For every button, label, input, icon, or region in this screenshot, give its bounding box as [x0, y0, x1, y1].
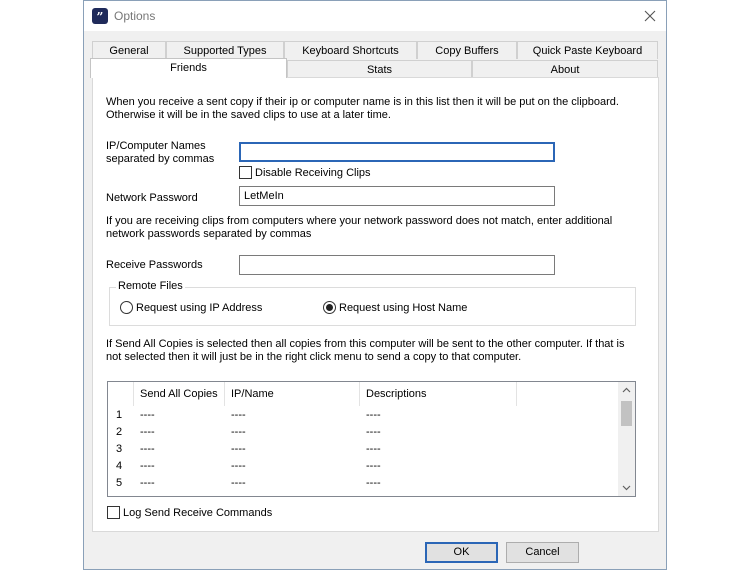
close-button[interactable] [632, 1, 666, 31]
tab-stats[interactable]: Stats [287, 60, 472, 78]
ip-name-cell: ---- [231, 426, 246, 438]
remote-files-legend: Remote Files [116, 280, 185, 293]
row-number: 2 [116, 426, 123, 438]
send-all-cell: ---- [140, 443, 155, 455]
request-host-label: Request using Host Name [339, 302, 468, 314]
description-cell: ---- [366, 409, 381, 421]
column-header-number[interactable] [108, 382, 134, 406]
intro-text-line2: Otherwise it will be in the saved clips … [106, 109, 391, 121]
radio-selected-dot [326, 304, 333, 311]
description-cell: ---- [366, 460, 381, 472]
column-header-ip-name[interactable]: IP/Name [225, 382, 360, 406]
ip-names-label-line2: separated by commas [106, 153, 215, 165]
close-icon [644, 10, 656, 22]
column-header-send-all[interactable]: Send All Copies [134, 382, 225, 406]
request-host-radio[interactable] [323, 301, 336, 314]
tab-label: General [109, 45, 149, 57]
disable-receiving-checkbox[interactable] [239, 166, 252, 179]
table-row[interactable]: 4 ---- ---- ---- [108, 458, 618, 475]
intro-text-line1: When you receive a sent copy if their ip… [106, 96, 619, 108]
network-password-input[interactable] [239, 186, 555, 206]
window-title: Options [114, 9, 156, 23]
tab-general[interactable]: General [92, 41, 166, 59]
ip-names-label-line1: IP/Computer Names [106, 140, 206, 152]
receive-passwords-input[interactable] [239, 255, 555, 275]
description-cell: ---- [366, 477, 381, 489]
list-header: Send All Copies IP/Name Descriptions [108, 382, 618, 406]
tab-label: Stats [366, 64, 393, 76]
ip-names-input[interactable] [239, 142, 555, 162]
chevron-down-icon [622, 485, 631, 491]
send-all-cell: ---- [140, 460, 155, 472]
tab-about[interactable]: About [472, 60, 658, 78]
tab-label: Quick Paste Keyboard [532, 45, 643, 57]
scroll-down-button[interactable] [618, 479, 635, 496]
remote-files-group: Remote Files Request using IP Address Re… [109, 280, 636, 326]
table-row[interactable]: 2 ---- ---- ---- [108, 424, 618, 441]
tab-quick-paste-keyboard[interactable]: Quick Paste Keyboard [517, 41, 658, 59]
title-bar[interactable]: ” Options [84, 1, 666, 31]
cancel-button[interactable]: Cancel [506, 542, 579, 563]
tab-label: Supported Types [183, 45, 267, 57]
options-window: ” Options General Supported Types Keyboa… [83, 0, 667, 570]
app-icon: ” [92, 8, 108, 24]
description-cell: ---- [366, 443, 381, 455]
tab-label: Copy Buffers [435, 45, 499, 57]
table-row[interactable]: 3 ---- ---- ---- [108, 441, 618, 458]
scroll-up-button[interactable] [618, 382, 635, 399]
chevron-up-icon [622, 387, 631, 393]
row-number: 1 [116, 409, 123, 421]
table-row[interactable]: 5 ---- ---- ---- [108, 475, 618, 492]
send-note-line2: not selected then it will just be in the… [106, 351, 522, 363]
log-commands-checkbox[interactable] [107, 506, 120, 519]
vertical-scrollbar[interactable] [618, 382, 635, 496]
friends-list[interactable]: Send All Copies IP/Name Descriptions 1 -… [107, 381, 636, 497]
send-all-cell: ---- [140, 477, 155, 489]
scroll-thumb[interactable] [621, 401, 632, 426]
ip-name-cell: ---- [231, 477, 246, 489]
send-all-cell: ---- [140, 409, 155, 421]
column-header-descriptions[interactable]: Descriptions [360, 382, 517, 406]
log-commands-label: Log Send Receive Commands [123, 507, 273, 519]
passwords-note-line1: If you are receiving clips from computer… [106, 215, 613, 227]
send-note-line1: If Send All Copies is selected then all … [106, 338, 625, 350]
passwords-note-line2: network passwords separated by commas [106, 228, 312, 240]
description-cell: ---- [366, 426, 381, 438]
table-row[interactable]: 1 ---- ---- ---- [108, 407, 618, 424]
row-number: 5 [116, 477, 123, 489]
request-ip-radio[interactable] [120, 301, 133, 314]
request-ip-label: Request using IP Address [136, 302, 263, 314]
ip-name-cell: ---- [231, 460, 246, 472]
row-number: 4 [116, 460, 123, 472]
ip-name-cell: ---- [231, 443, 246, 455]
tab-keyboard-shortcuts[interactable]: Keyboard Shortcuts [284, 41, 417, 59]
ok-button[interactable]: OK [425, 542, 498, 563]
tab-label: Keyboard Shortcuts [302, 45, 399, 57]
row-number: 3 [116, 443, 123, 455]
friends-panel: When you receive a sent copy if their ip… [92, 77, 659, 532]
tab-label: About [550, 64, 580, 76]
tab-copy-buffers[interactable]: Copy Buffers [417, 41, 517, 59]
tab-label: Friends [170, 62, 207, 74]
tab-friends[interactable]: Friends [90, 58, 287, 78]
ip-name-cell: ---- [231, 409, 246, 421]
receive-passwords-label: Receive Passwords [106, 259, 203, 271]
send-all-cell: ---- [140, 426, 155, 438]
network-password-label: Network Password [106, 192, 198, 204]
disable-receiving-label: Disable Receiving Clips [255, 167, 371, 179]
tab-supported-types[interactable]: Supported Types [166, 41, 284, 59]
